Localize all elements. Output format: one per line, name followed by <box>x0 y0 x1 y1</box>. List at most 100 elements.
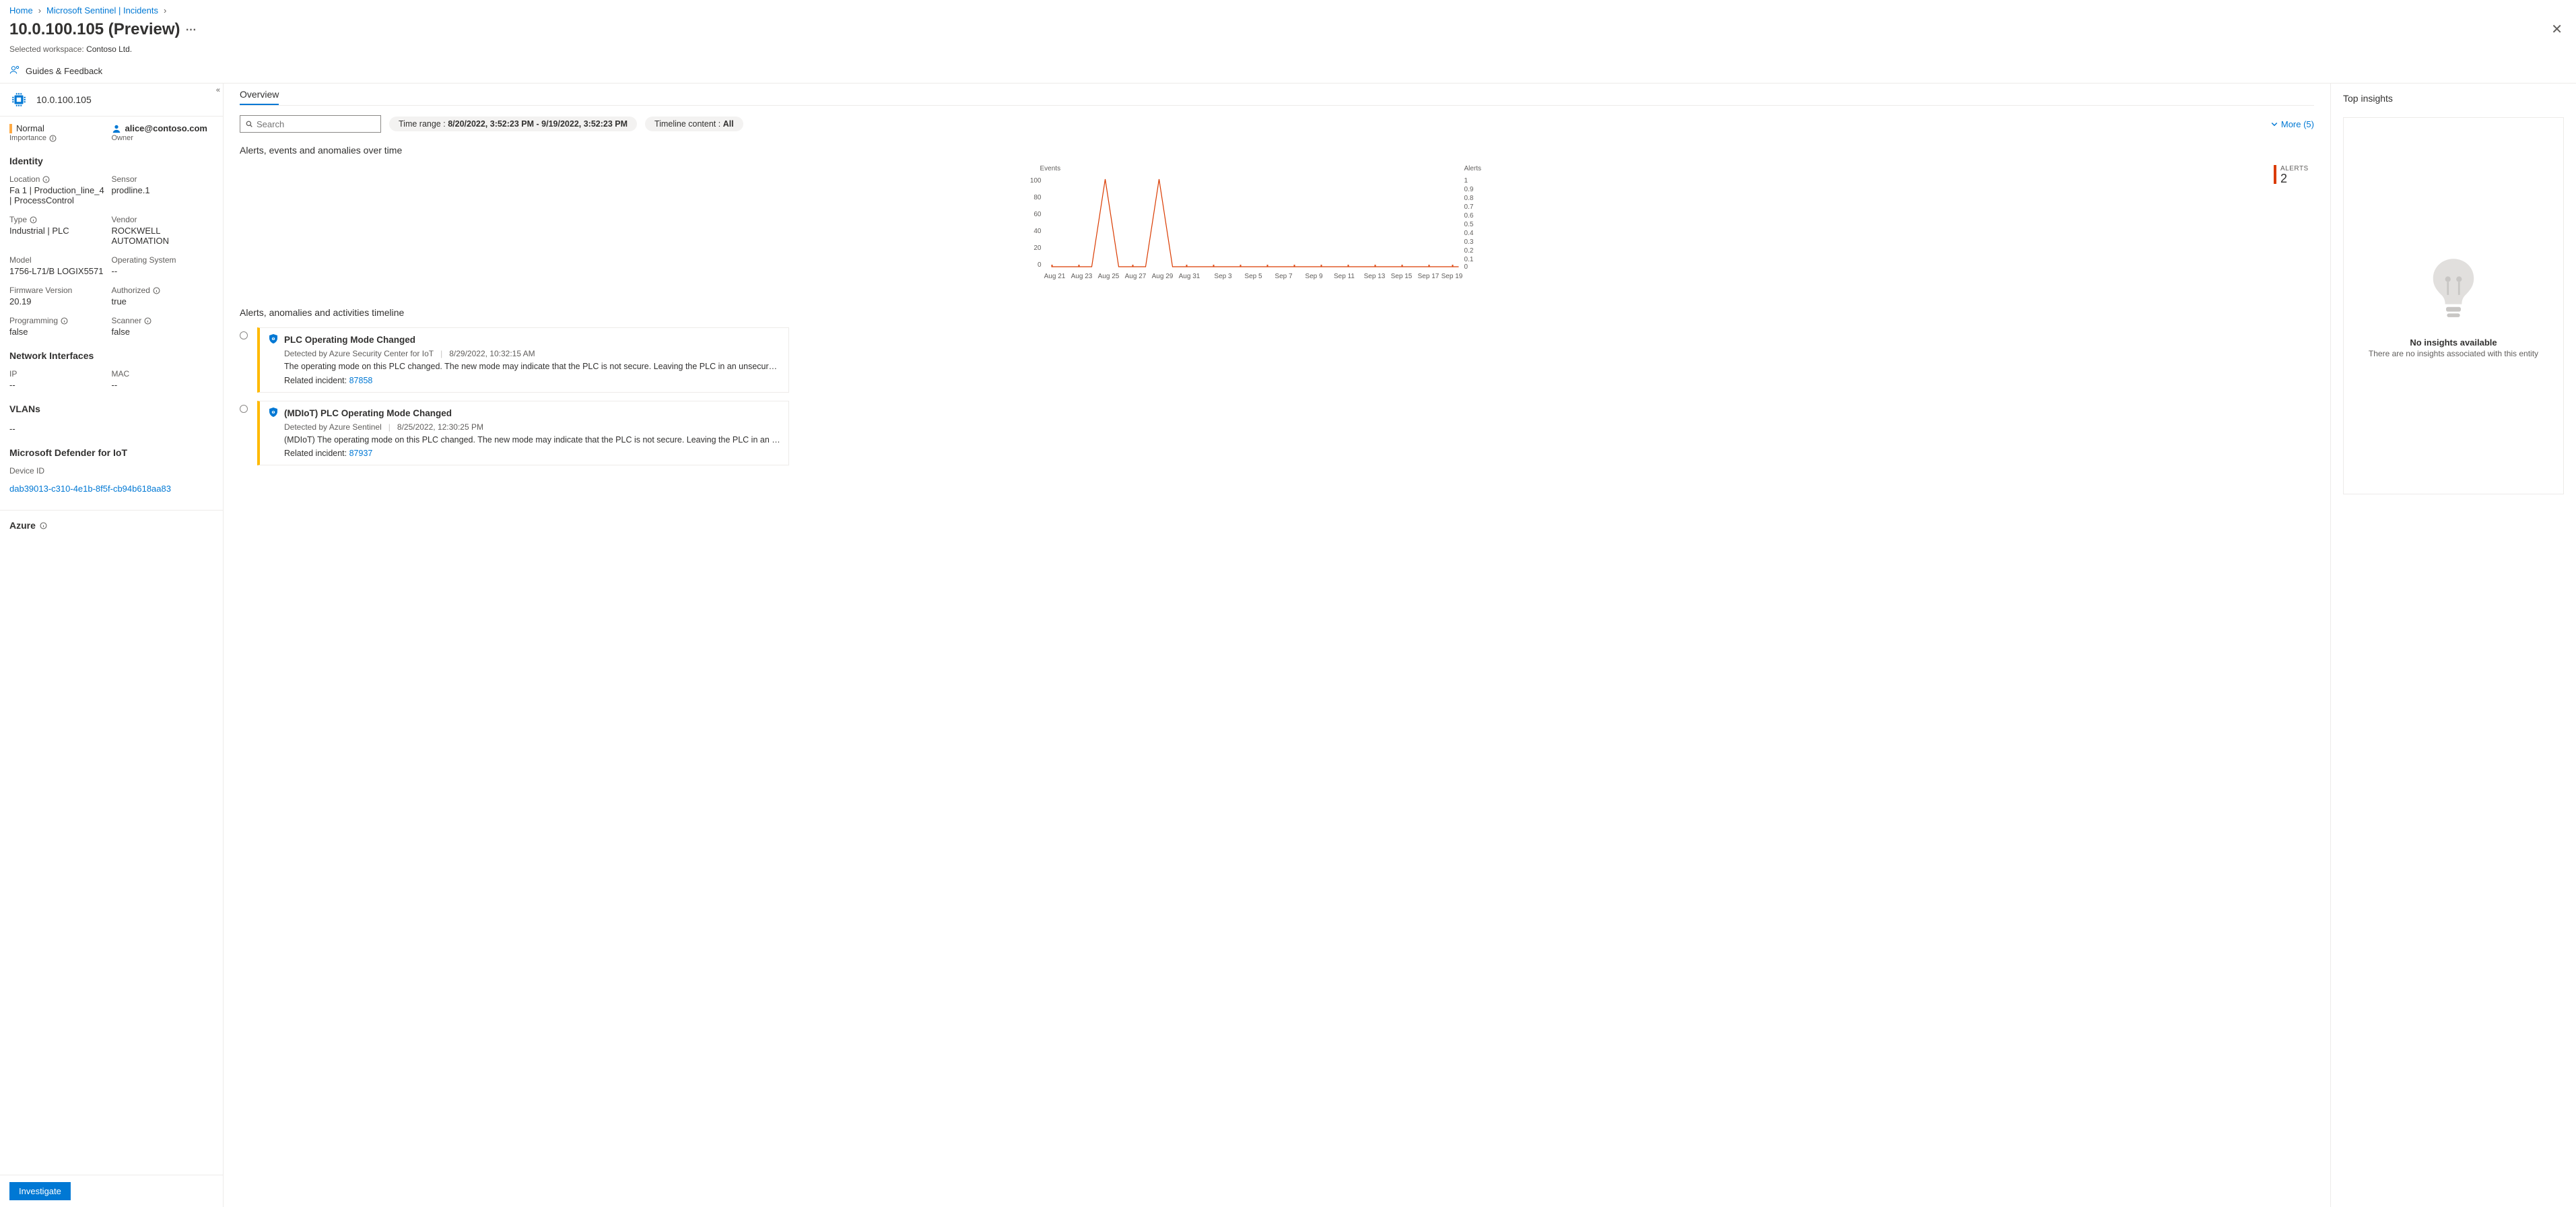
svg-text:Sep 13: Sep 13 <box>1364 273 1386 280</box>
timerange-pill[interactable]: Time range : 8/20/2022, 3:52:23 PM - 9/1… <box>389 117 637 131</box>
info-icon[interactable] <box>49 135 57 142</box>
network-ip: -- <box>9 380 108 390</box>
svg-text:0: 0 <box>1464 263 1468 271</box>
svg-text:Sep 11: Sep 11 <box>1334 273 1355 280</box>
owner-value: alice@contoso.com <box>112 123 214 133</box>
related-incident-link[interactable]: 87937 <box>349 449 373 458</box>
entity-header: 10.0.100.105 <box>0 84 223 117</box>
svg-text:Sep 19: Sep 19 <box>1442 273 1463 280</box>
svg-text:Sep 17: Sep 17 <box>1418 273 1439 280</box>
identity-programming: false <box>9 327 108 337</box>
device-id-link[interactable]: dab39013-c310-4e1b-8f5f-cb94b618aa83 <box>0 482 223 503</box>
identity-vendor: ROCKWELL AUTOMATION <box>112 226 210 246</box>
entity-sidebar: « 10.0.100.105 Normal Importance <box>0 84 224 1207</box>
investigate-button[interactable]: Investigate <box>9 1182 71 1200</box>
identity-scanner: false <box>112 327 210 337</box>
svg-text:Sep 3: Sep 3 <box>1214 273 1232 280</box>
chip-icon <box>9 90 28 109</box>
timeline-item[interactable]: PLC Operating Mode Changed Detected by A… <box>240 327 2314 393</box>
svg-text:80: 80 <box>1033 194 1042 201</box>
radio-icon[interactable] <box>240 405 248 413</box>
network-title: Network Interfaces <box>0 344 223 366</box>
svg-text:0.7: 0.7 <box>1464 203 1474 211</box>
chart-container: Events 100 80 60 40 20 0 Alerts 1 0.9 0.… <box>240 162 2314 292</box>
shield-icon <box>268 407 279 420</box>
search-icon <box>246 119 252 129</box>
svg-text:Sep 7: Sep 7 <box>1275 273 1293 280</box>
timeline-item[interactable]: (MDIoT) PLC Operating Mode Changed Detec… <box>240 401 2314 466</box>
identity-type: Industrial | PLC <box>9 226 108 236</box>
svg-text:40: 40 <box>1033 228 1042 235</box>
chevron-right-icon: › <box>38 5 41 15</box>
svg-text:Sep 5: Sep 5 <box>1244 273 1262 280</box>
svg-text:1: 1 <box>1464 177 1468 185</box>
svg-text:Aug 31: Aug 31 <box>1179 273 1200 280</box>
radio-icon[interactable] <box>240 331 248 339</box>
user-icon <box>112 124 121 133</box>
info-icon[interactable] <box>30 216 37 224</box>
insights-panel: Top insights No insights available There… <box>2330 84 2576 1207</box>
info-icon <box>40 522 47 529</box>
svg-text:Sep 15: Sep 15 <box>1391 273 1413 280</box>
workspace-subheader: Selected workspace: Contoso Ltd. <box>0 44 2576 59</box>
svg-text:Aug 25: Aug 25 <box>1098 273 1120 280</box>
info-icon[interactable] <box>153 287 160 294</box>
svg-text:0.1: 0.1 <box>1464 256 1474 263</box>
lightbulb-icon <box>2423 253 2484 329</box>
info-icon[interactable] <box>144 317 151 325</box>
shield-icon <box>268 333 279 346</box>
related-incident-link[interactable]: 87858 <box>349 376 373 385</box>
identity-sensor: prodline.1 <box>112 185 210 195</box>
identity-firmware: 20.19 <box>9 296 108 306</box>
alerts-kpi: ALERTS 2 <box>2274 165 2314 185</box>
svg-text:0.8: 0.8 <box>1464 195 1474 202</box>
svg-text:0.4: 0.4 <box>1464 230 1474 237</box>
svg-text:0: 0 <box>1038 261 1042 269</box>
chart-title: Alerts, events and anomalies over time <box>240 145 2314 156</box>
page-header: 10.0.100.105 (Preview) ⋯ ✕ <box>0 17 2576 44</box>
svg-text:100: 100 <box>1030 177 1042 185</box>
svg-text:Events: Events <box>1040 165 1061 172</box>
svg-text:20: 20 <box>1033 244 1042 252</box>
svg-text:Sep 9: Sep 9 <box>1305 273 1323 280</box>
guides-button[interactable]: Guides & Feedback <box>0 59 2576 84</box>
svg-text:Aug 29: Aug 29 <box>1152 273 1174 280</box>
insights-sub: There are no insights associated with th… <box>2369 349 2538 358</box>
more-link[interactable]: More (5) <box>2270 119 2314 129</box>
tab-overview[interactable]: Overview <box>240 89 279 105</box>
svg-text:0.5: 0.5 <box>1464 221 1474 228</box>
chevron-right-icon: › <box>164 5 166 15</box>
breadcrumb-sentinel[interactable]: Microsoft Sentinel | Incidents <box>46 5 158 15</box>
collapse-icon[interactable]: « <box>216 86 220 94</box>
svg-text:Aug 21: Aug 21 <box>1044 273 1066 280</box>
importance-label: Importance <box>9 134 112 142</box>
owner-label: Owner <box>112 134 214 142</box>
svg-text:60: 60 <box>1033 211 1042 218</box>
svg-text:0.3: 0.3 <box>1464 238 1474 246</box>
identity-model: 1756-L71/B LOGIX5571 <box>9 266 108 276</box>
identity-os: -- <box>112 266 210 276</box>
timeline-title: Alerts, anomalies and activities timelin… <box>240 307 2314 318</box>
azure-section[interactable]: Azure <box>0 511 223 540</box>
defender-title: Microsoft Defender for IoT <box>0 441 223 463</box>
breadcrumb: Home › Microsoft Sentinel | Incidents › <box>0 0 2576 17</box>
info-icon[interactable] <box>61 317 68 325</box>
close-icon[interactable]: ✕ <box>2547 17 2567 42</box>
entity-name: 10.0.100.105 <box>36 94 92 105</box>
svg-text:0.6: 0.6 <box>1464 212 1474 220</box>
identity-location: Fa 1 | Production_line_4 | ProcessContro… <box>9 185 108 205</box>
identity-title: Identity <box>0 149 223 172</box>
timeline-content-pill[interactable]: Timeline content : All <box>645 117 743 131</box>
svg-text:0.9: 0.9 <box>1464 186 1474 193</box>
feedback-icon <box>9 65 20 77</box>
more-actions-icon[interactable]: ⋯ <box>186 23 197 36</box>
chevron-down-icon <box>2270 120 2278 128</box>
page-title: 10.0.100.105 (Preview) <box>9 20 180 39</box>
info-icon[interactable] <box>42 176 50 183</box>
search-input[interactable] <box>240 115 381 133</box>
svg-text:Aug 27: Aug 27 <box>1125 273 1147 280</box>
breadcrumb-home[interactable]: Home <box>9 5 33 15</box>
alert-description: The operating mode on this PLC changed. … <box>284 361 780 373</box>
alert-description: (MDIoT) The operating mode on this PLC c… <box>284 434 780 447</box>
svg-text:0.2: 0.2 <box>1464 247 1474 255</box>
